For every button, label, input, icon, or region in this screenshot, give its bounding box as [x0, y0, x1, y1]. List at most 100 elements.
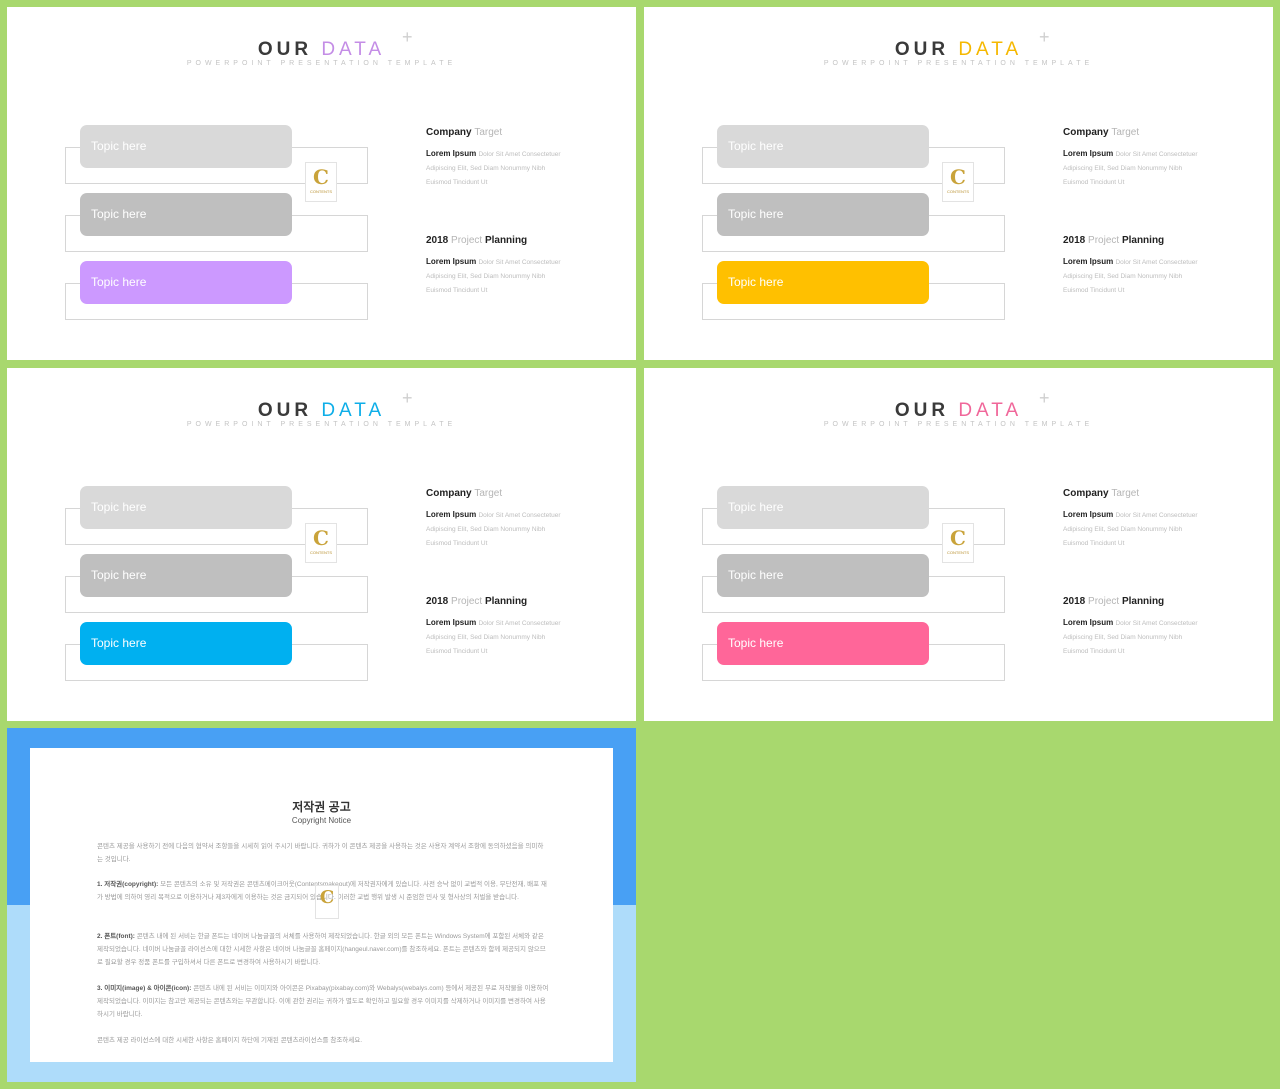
logo-text: CONTENTS — [310, 550, 332, 555]
info-heading: Company Target — [1063, 127, 1253, 138]
heading-muted: Project — [451, 596, 483, 607]
heading-muted: Target — [474, 127, 503, 138]
section-1-heading: 1. 저작권(copyright): — [97, 881, 159, 888]
lead-bold: Lorem Ipsum — [426, 510, 477, 519]
section-2-text: 콘텐츠 내에 된 서비는 한글 폰트는 네이버 나눔글꼴의 서체를 사용하여 제… — [97, 933, 546, 966]
lead-bold: Lorem Ipsum — [1063, 149, 1114, 158]
title-accent: DATA — [321, 400, 386, 421]
info-lead: Lorem Ipsum Dolor Sit Amet Consectetuer — [426, 257, 616, 266]
plus-icon: + — [1039, 27, 1050, 47]
slide-5-copyright[interactable]: 저작권 공고 Copyright Notice 콘텐츠 제공을 사용하기 전에 … — [7, 728, 636, 1082]
topic-box-1[interactable]: Topic here — [717, 125, 929, 168]
slide-4[interactable]: OUR DATA + POWERPOINT PRESENTATION TEMPL… — [644, 368, 1273, 721]
logo-letter: C — [313, 526, 329, 550]
info-heading: 2018 Project Planning — [426, 596, 616, 607]
info-line-3: Euismod Tincidunt Ut — [1063, 648, 1125, 655]
lead-bold: Lorem Ipsum — [426, 618, 477, 627]
info-line-2: Adipiscing Elit, Sed Diam Nonummy Nibh — [1063, 634, 1183, 641]
lead-rest: Dolor Sit Amet Consectetuer — [478, 151, 561, 158]
info-block-company-target: Company Target Lorem Ipsum Dolor Sit Ame… — [1063, 127, 1253, 186]
topic-box-2[interactable]: Topic here — [80, 554, 292, 597]
logo-letter: C — [950, 165, 966, 189]
slide-title: OUR DATA — [7, 400, 636, 422]
topic-box-1[interactable]: Topic here — [717, 486, 929, 529]
info-block-project-planning: 2018 Project Planning Lorem Ipsum Dolor … — [1063, 596, 1253, 655]
heading-bold-2: Planning — [1121, 596, 1165, 607]
logo-text: CONTENTS — [947, 550, 969, 555]
heading-bold-2: Planning — [1121, 235, 1165, 246]
info-line-3: Euismod Tincidunt Ut — [426, 648, 488, 655]
topic-box-3[interactable]: Topic here — [80, 261, 292, 304]
topic-box-2[interactable]: Topic here — [717, 193, 929, 236]
logo-letter: C — [950, 526, 966, 550]
lead-rest: Dolor Sit Amet Consectetuer — [1115, 620, 1198, 627]
heading-bold: Company — [426, 488, 472, 499]
info-line-3: Euismod Tincidunt Ut — [1063, 540, 1125, 547]
slide-subtitle: POWERPOINT PRESENTATION TEMPLATE — [186, 421, 457, 428]
copyright-section-3: 3. 이미지(image) & 아이콘(icon): 콘텐츠 내에 된 서비는 … — [97, 982, 549, 1021]
info-heading: Company Target — [426, 488, 616, 499]
heading-muted: Project — [451, 235, 483, 246]
slide-subtitle: POWERPOINT PRESENTATION TEMPLATE — [823, 421, 1094, 428]
heading-bold: 2018 — [426, 235, 449, 246]
lead-rest: Dolor Sit Amet Consectetuer — [1115, 512, 1198, 519]
title-main: OUR — [257, 39, 313, 60]
slide-subtitle: POWERPOINT PRESENTATION TEMPLATE — [823, 60, 1094, 67]
info-block-company-target: Company Target Lorem Ipsum Dolor Sit Ame… — [1063, 488, 1253, 547]
info-block-company-target: Company Target Lorem Ipsum Dolor Sit Ame… — [426, 488, 616, 547]
topic-box-2[interactable]: Topic here — [717, 554, 929, 597]
info-lead: Lorem Ipsum Dolor Sit Amet Consectetuer — [1063, 257, 1253, 266]
plus-icon: + — [402, 388, 413, 408]
contents-logo: C CONTENTS — [942, 523, 974, 563]
lead-bold: Lorem Ipsum — [1063, 510, 1114, 519]
info-line-2: Adipiscing Elit, Sed Diam Nonummy Nibh — [426, 273, 546, 280]
topic-box-3[interactable]: Topic here — [717, 261, 929, 304]
info-block-project-planning: 2018 Project Planning Lorem Ipsum Dolor … — [426, 235, 616, 294]
info-line-2: Adipiscing Elit, Sed Diam Nonummy Nibh — [426, 526, 546, 533]
topic-box-1[interactable]: Topic here — [80, 486, 292, 529]
contents-logo: C — [315, 885, 339, 919]
heading-bold: Company — [1063, 127, 1109, 138]
contents-logo: C CONTENTS — [305, 523, 337, 563]
topic-box-3[interactable]: Topic here — [717, 622, 929, 665]
lead-rest: Dolor Sit Amet Consectetuer — [1115, 259, 1198, 266]
lead-bold: Lorem Ipsum — [1063, 618, 1114, 627]
lead-bold: Lorem Ipsum — [426, 149, 477, 158]
info-block-project-planning: 2018 Project Planning Lorem Ipsum Dolor … — [1063, 235, 1253, 294]
slide-2[interactable]: OUR DATA + POWERPOINT PRESENTATION TEMPL… — [644, 7, 1273, 360]
logo-letter: C — [313, 165, 329, 189]
topic-box-3[interactable]: Topic here — [80, 622, 292, 665]
info-lead: Lorem Ipsum Dolor Sit Amet Consectetuer — [426, 149, 616, 158]
section-3-heading: 3. 이미지(image) & 아이콘(icon): — [97, 985, 192, 992]
copyright-title-kr: 저작권 공고 — [292, 800, 351, 814]
info-lead: Lorem Ipsum Dolor Sit Amet Consectetuer — [1063, 510, 1253, 519]
title-accent: DATA — [958, 400, 1023, 421]
info-lead: Lorem Ipsum Dolor Sit Amet Consectetuer — [426, 618, 616, 627]
info-heading: 2018 Project Planning — [1063, 596, 1253, 607]
heading-muted: Project — [1088, 235, 1120, 246]
heading-bold: 2018 — [1063, 596, 1086, 607]
title-accent: DATA — [958, 39, 1023, 60]
lead-rest: Dolor Sit Amet Consectetuer — [478, 620, 561, 627]
heading-bold-2: Planning — [484, 235, 528, 246]
logo-text: CONTENTS — [310, 189, 332, 194]
plus-icon: + — [1039, 388, 1050, 408]
logo-letter: C — [319, 887, 335, 908]
info-line-2: Adipiscing Elit, Sed Diam Nonummy Nibh — [1063, 526, 1183, 533]
section-2-heading: 2. 폰트(font): — [97, 933, 135, 940]
info-heading: Company Target — [1063, 488, 1253, 499]
slide-3[interactable]: OUR DATA + POWERPOINT PRESENTATION TEMPL… — [7, 368, 636, 721]
topic-box-1[interactable]: Topic here — [80, 125, 292, 168]
heading-muted: Target — [1111, 127, 1140, 138]
heading-bold: 2018 — [1063, 235, 1086, 246]
info-line-3: Euismod Tincidunt Ut — [426, 540, 488, 547]
slide-1[interactable]: OUR DATA + POWERPOINT PRESENTATION TEMPL… — [7, 7, 636, 360]
topic-box-2[interactable]: Topic here — [80, 193, 292, 236]
slide-title: OUR DATA — [644, 39, 1273, 61]
lead-rest: Dolor Sit Amet Consectetuer — [478, 259, 561, 266]
heading-bold: 2018 — [426, 596, 449, 607]
contents-logo: C CONTENTS — [942, 162, 974, 202]
info-line-2: Adipiscing Elit, Sed Diam Nonummy Nibh — [426, 634, 546, 641]
heading-muted: Target — [1111, 488, 1140, 499]
copyright-intro: 콘텐츠 제공을 사용하기 전에 다음의 협약서 조항들을 시세히 읽어 주시기 … — [97, 843, 544, 863]
